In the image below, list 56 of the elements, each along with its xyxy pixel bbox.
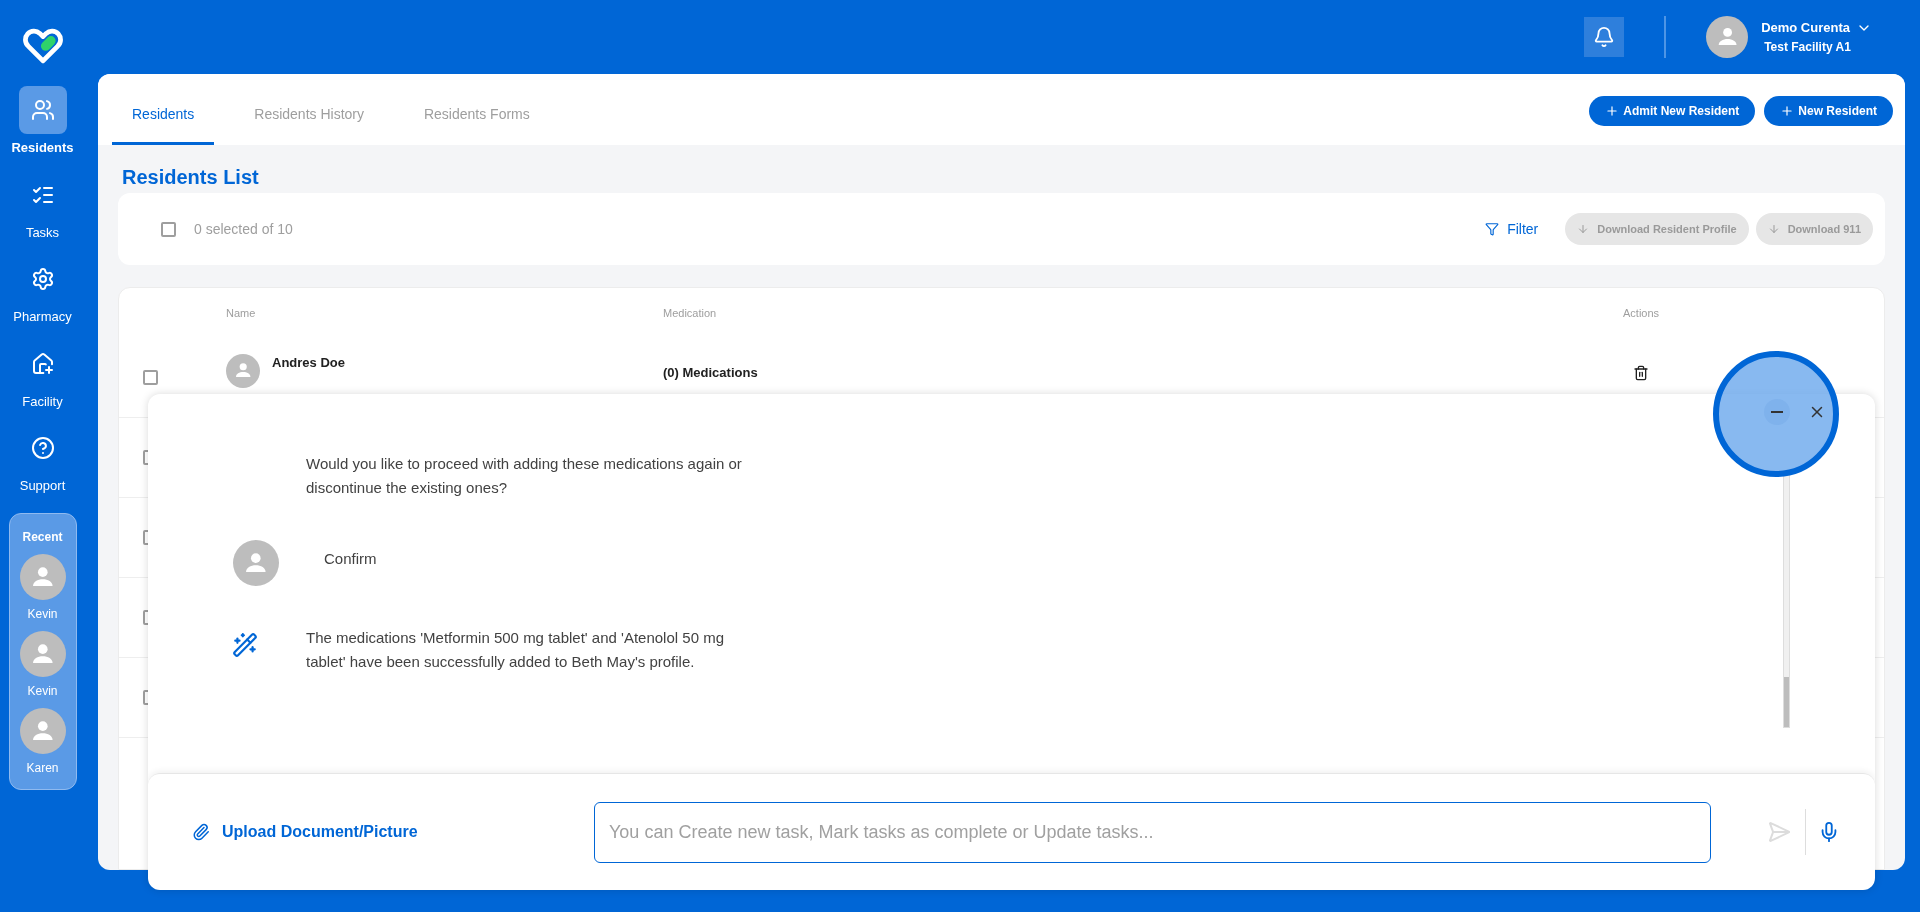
nav-icon (30, 98, 55, 122)
magic-wand-icon (232, 632, 258, 658)
nav-item[interactable]: Tasks (0, 170, 85, 242)
list-title: Residents List (122, 167, 260, 187)
recent-name[interactable]: Kevin (27, 604, 58, 623)
bot-message: The medications 'Metformin 500 mg tablet' and 'Atenolol 50 mg tablet' have been successfully added to Beth May's profile. (306, 628, 725, 672)
medication-count[interactable]: (0) Medications (663, 362, 1623, 383)
add-button[interactable]: Admit New Resident (1589, 95, 1756, 126)
nav-icon (30, 351, 55, 376)
nav-item[interactable]: Residents (0, 86, 85, 158)
nav-icon (30, 436, 55, 460)
nav-label: Pharmacy (13, 308, 72, 326)
nav-label: Tasks (25, 223, 60, 242)
notifications-button[interactable] (1584, 17, 1625, 57)
filter-button[interactable]: Filter (1485, 218, 1539, 240)
bot-message: Would you like to proceed with adding these medications again or discontinue the existing ones? (306, 454, 743, 498)
minimize-button[interactable] (1764, 399, 1790, 425)
plus-icon (1780, 103, 1795, 118)
download-icon (1577, 223, 1590, 235)
nav-item[interactable]: Pharmacy (0, 255, 85, 327)
logo-icon (20, 26, 65, 64)
nav-label: Facility (22, 392, 63, 411)
recent-name[interactable]: Kevin (27, 681, 58, 700)
nav-icon (30, 267, 55, 291)
resident-avatar (226, 353, 260, 388)
minimize-icon (1771, 411, 1783, 413)
recent-name[interactable]: Karen (26, 758, 59, 777)
paperclip-icon (192, 823, 210, 841)
column-header: Actions (1623, 305, 1660, 321)
download-icon (1767, 223, 1780, 235)
tab[interactable]: Residents Forms (403, 87, 550, 145)
nav-item[interactable]: Support (0, 424, 85, 496)
checkbox[interactable] (143, 370, 158, 385)
user-avatar (233, 540, 279, 586)
facility-name: Test Facility A1 (1764, 38, 1852, 56)
column-header: Name (226, 305, 257, 321)
user-name[interactable]: Demo Curenta (1761, 18, 1850, 38)
message-input[interactable]: You can Create new task, Mark tasks as complete or Update tasks... (594, 801, 1711, 863)
tab[interactable]: Residents (112, 87, 215, 145)
bell-icon (1593, 26, 1616, 48)
add-button[interactable]: New Resident (1764, 95, 1893, 126)
column-header: Medication (663, 305, 718, 321)
nav-label: Support (19, 477, 66, 495)
nav-label: Residents (11, 139, 74, 157)
filter-icon (1485, 222, 1500, 236)
nav-item[interactable]: Facility (0, 339, 85, 411)
user-avatar (1706, 16, 1749, 58)
trash-icon[interactable] (1633, 364, 1649, 381)
user-message: Confirm (324, 549, 377, 569)
selection-count: 0 selected of 10 (194, 219, 293, 239)
recent-title: Recent (22, 528, 63, 546)
plus-icon (1605, 103, 1620, 118)
upload-link[interactable]: Upload Document/Picture (192, 820, 594, 844)
resident-name[interactable]: Andres Doe (272, 352, 663, 373)
checkbox[interactable] (161, 221, 176, 237)
tab[interactable]: Residents History (234, 87, 384, 145)
